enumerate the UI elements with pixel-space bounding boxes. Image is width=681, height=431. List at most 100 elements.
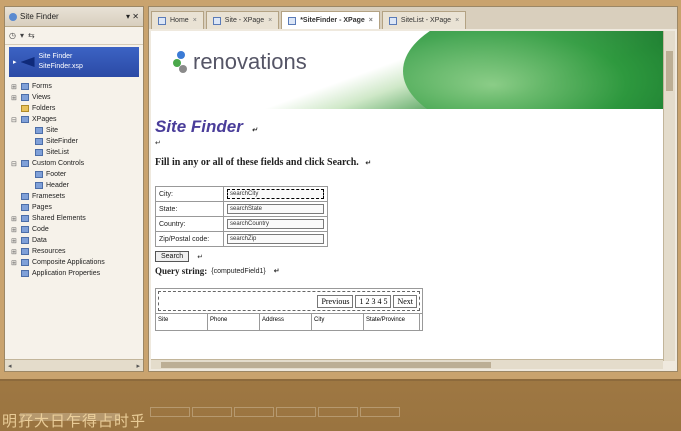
tree-item-label: Footer	[46, 171, 67, 178]
selected-application[interactable]: ▸ Site Finder SiteFinder.xsp	[9, 47, 139, 77]
app-icon	[9, 12, 17, 21]
close-tab-icon[interactable]: ×	[369, 17, 373, 24]
tree-item-label: Header	[46, 182, 69, 189]
tree-item[interactable]: Application Properties	[11, 268, 137, 279]
results-column-headers: Site Phone Address City State/Province	[156, 313, 422, 330]
scroll-left-icon[interactable]: ◂	[8, 362, 12, 370]
scroll-thumb[interactable]	[161, 362, 491, 368]
tree-item-label: Forms	[32, 83, 52, 90]
edit-box[interactable]: searchState	[227, 204, 324, 214]
field-row: City: searchCity	[155, 186, 328, 202]
column-header[interactable]: Phone	[208, 314, 260, 330]
expand-icon[interactable]: ▸	[13, 58, 17, 66]
close-tab-icon[interactable]: ×	[455, 17, 459, 24]
editor-tab[interactable]: Home ×	[151, 11, 204, 29]
tree-item[interactable]: ⊞ Resources	[11, 246, 137, 257]
tree-item[interactable]: ⊟ Custom Controls	[11, 158, 137, 169]
column-header[interactable]: Address	[260, 314, 312, 330]
field-row: State: searchState	[155, 201, 328, 217]
tree-item-label: Custom Controls	[32, 160, 85, 167]
pager-next[interactable]: Next	[393, 294, 417, 308]
edit-box[interactable]: searchCountry	[227, 219, 324, 229]
expand-icon[interactable]: ⊞	[11, 215, 18, 223]
field-label: Zip/Postal code:	[155, 231, 224, 247]
tree-item[interactable]: ⊞ Views	[11, 92, 137, 103]
navigator-menu-icon[interactable]: ▾ ✕	[126, 12, 139, 21]
pager-previous[interactable]: Previous	[317, 294, 354, 308]
filter-icon[interactable]: ⇆	[28, 31, 35, 40]
renovations-logo: renovations	[173, 49, 307, 75]
expand-icon[interactable]: ⊞	[11, 237, 18, 245]
horizontal-scrollbar[interactable]	[151, 359, 663, 369]
tree-item-label: Site	[46, 127, 59, 134]
xpage-icon	[35, 149, 43, 156]
expand-icon[interactable]: ⊞	[11, 83, 18, 91]
search-row: Search ↵	[155, 251, 663, 262]
field-row: Country: searchCountry	[155, 216, 328, 232]
close-tab-icon[interactable]: ×	[268, 17, 272, 24]
tree-item-label: Shared Elements	[32, 215, 86, 222]
tree-item[interactable]: Site	[11, 125, 137, 136]
paragraph-mark-icon: ↵	[273, 267, 280, 275]
tab-label: Home	[170, 17, 189, 24]
close-tab-icon[interactable]: ×	[193, 17, 197, 24]
expand-icon[interactable]: ⊞	[11, 248, 18, 256]
expand-icon[interactable]: ⊞	[11, 226, 18, 234]
expand-icon[interactable]: ⊞	[11, 259, 18, 267]
expand-icon[interactable]: ⊞	[11, 94, 18, 102]
tab-label: *SiteFinder - XPage	[300, 17, 365, 24]
tree-item[interactable]: Header	[11, 180, 137, 191]
scroll-thumb[interactable]	[666, 51, 673, 91]
scroll-right-icon[interactable]: ▸	[136, 362, 140, 370]
edit-box[interactable]: searchZip	[227, 234, 324, 244]
xpage-design-canvas[interactable]: renovations Site Finder ↵ ↵ Fill in any …	[151, 31, 663, 361]
column-header[interactable]: State/Province	[364, 314, 420, 330]
tree-item[interactable]: ⊞ Composite Applications	[11, 257, 137, 268]
editor-tab[interactable]: Site - XPage ×	[205, 11, 280, 29]
collapse-icon[interactable]: ⊟	[11, 160, 18, 168]
paragraph-mark-icon: ↵	[197, 253, 204, 261]
tree-item[interactable]: Folders	[11, 103, 137, 114]
tree-item[interactable]: Pages	[11, 202, 137, 213]
tree-item[interactable]: ⊞ Shared Elements	[11, 213, 137, 224]
composite-icon	[21, 259, 29, 266]
home-icon	[158, 16, 166, 25]
editor-tabs: Home × Site - XPage × *SiteFinder - XPage × Si…	[149, 7, 677, 29]
page-title[interactable]: Site Finder ↵	[155, 117, 663, 137]
tree-item[interactable]: ⊞ Code	[11, 224, 137, 235]
tree-item-label: Data	[32, 237, 47, 244]
tree-item[interactable]: SiteFinder	[11, 136, 137, 147]
column-header[interactable]: City	[312, 314, 364, 330]
editor-tab[interactable]: SiteList - XPage ×	[381, 11, 467, 29]
dropdown-icon[interactable]: ▾	[20, 31, 24, 40]
tree-item[interactable]: SiteList	[11, 147, 137, 158]
editor-tab[interactable]: *SiteFinder - XPage ×	[281, 11, 380, 29]
tree-item[interactable]: ⊟ XPages	[11, 114, 137, 125]
navigator-scrollbar[interactable]: ◂ ▸	[5, 359, 143, 371]
field-label: Country:	[155, 216, 224, 232]
application-icon	[20, 57, 35, 67]
computed-field[interactable]: {computedField1}	[211, 268, 265, 275]
pager-pages[interactable]: 1 2 3 4 5	[355, 294, 392, 308]
paragraph-mark-icon: ↵	[365, 159, 372, 167]
application-window: Site Finder ▾ ✕ ◷ ▾ ⇆ ▸ Site Finder Site…	[0, 0, 681, 381]
tree-item-label: Resources	[32, 248, 66, 255]
navigator-toolbar: ◷ ▾ ⇆	[5, 27, 143, 45]
custom-control-icon	[21, 160, 29, 167]
paragraph-mark-icon: ↵	[251, 127, 258, 134]
edit-box[interactable]: searchCity	[227, 189, 324, 199]
search-button[interactable]: Search	[155, 251, 190, 262]
tree-item-label: XPages	[32, 116, 57, 123]
tree-item[interactable]: Framesets	[11, 191, 137, 202]
tree-item-label: Views	[32, 94, 51, 101]
tree-item[interactable]: Footer	[11, 169, 137, 180]
xpage-icon	[212, 16, 221, 25]
vertical-scrollbar[interactable]	[663, 31, 675, 361]
collapse-icon[interactable]: ⊟	[11, 116, 18, 124]
tree-item[interactable]: ⊞ Data	[11, 235, 137, 246]
column-header[interactable]: Site	[156, 314, 208, 330]
query-string-label: Query string:	[155, 266, 208, 276]
instructions-text[interactable]: Fill in any or all of these fields and c…	[155, 157, 663, 168]
tree-item[interactable]: ⊞ Forms	[11, 81, 137, 92]
back-icon[interactable]: ◷	[9, 31, 16, 40]
